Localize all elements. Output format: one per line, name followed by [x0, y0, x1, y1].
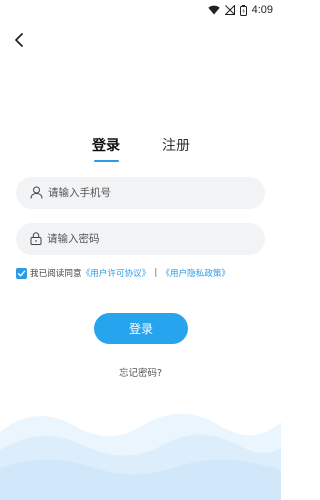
wifi-icon	[207, 5, 220, 15]
status-time: 4:09	[251, 4, 273, 16]
signal-icon	[224, 5, 235, 15]
active-tab-indicator	[94, 160, 119, 162]
auth-tabs: 登录 注册	[0, 135, 281, 165]
status-bar: 4:09	[0, 0, 281, 20]
agreement-prefix: 我已阅读同意	[30, 269, 82, 279]
agreement-row: 我已阅读同意 《用户许可协议》 | 《用户隐私政策》	[16, 266, 230, 280]
lock-icon	[30, 230, 42, 249]
check-icon	[17, 270, 26, 277]
tab-login[interactable]: 登录	[92, 135, 120, 155]
tab-register[interactable]: 注册	[162, 135, 190, 155]
phone-input[interactable]	[48, 187, 248, 199]
login-button[interactable]: 登录	[94, 313, 188, 344]
agreement-separator: |	[154, 268, 158, 278]
back-arrow-icon[interactable]	[10, 30, 30, 50]
wave-decoration	[0, 413, 281, 500]
forgot-password-link[interactable]: 忘记密码?	[0, 365, 281, 379]
agreement-checkbox[interactable]	[16, 267, 27, 279]
battery-icon	[239, 4, 247, 16]
privacy-policy-link[interactable]: 《用户隐私政策》	[161, 267, 230, 279]
user-agreement-link[interactable]: 《用户许可协议》	[82, 267, 151, 279]
password-field[interactable]	[16, 223, 265, 255]
password-input[interactable]	[47, 233, 247, 245]
phone-field[interactable]	[16, 177, 265, 209]
user-icon	[30, 184, 43, 203]
